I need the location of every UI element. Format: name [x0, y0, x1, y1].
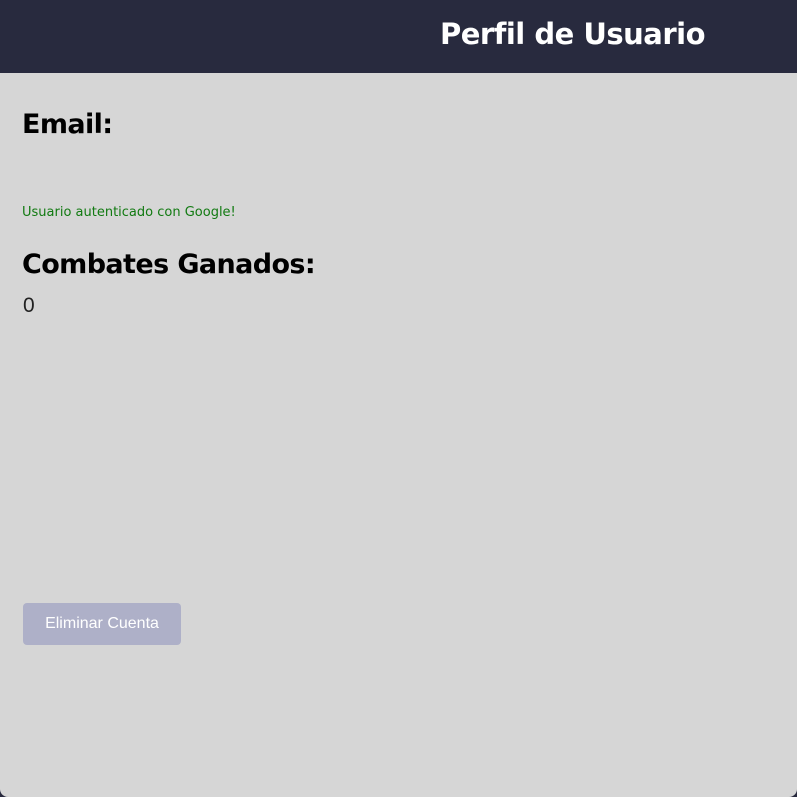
combat-wins-label: Combates Ganados: — [22, 249, 316, 280]
combat-wins-value: 0 — [23, 294, 35, 317]
top-header: Perfil de Usuario — [0, 0, 797, 73]
profile-window: Perfil de Usuario Email: Usuario autenti… — [0, 0, 797, 797]
email-label: Email: — [22, 109, 113, 140]
google-auth-status: Usuario autenticado con Google! — [22, 205, 236, 220]
profile-content: Email: Usuario autenticado con Google! C… — [0, 73, 797, 797]
delete-account-button[interactable]: Eliminar Cuenta — [23, 603, 181, 645]
page-title: Perfil de Usuario — [440, 17, 706, 51]
